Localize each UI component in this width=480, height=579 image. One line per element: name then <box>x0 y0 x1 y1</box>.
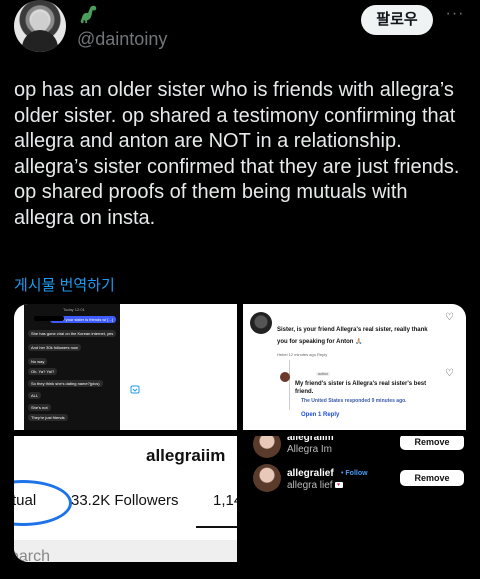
chat-message: No way <box>28 358 48 365</box>
tab-underline <box>196 526 237 528</box>
chat-message: They're just friends <box>28 414 68 421</box>
chat-message: So they think she's dating name?(pics) <box>28 380 103 387</box>
media-image-comments[interactable]: ♡ Sister, is your friend Allegra's real … <box>243 304 466 430</box>
follower-row: allegralief • Follow allegra lief ♥ Remov… <box>243 460 466 500</box>
chat-message: She's not <box>28 404 51 411</box>
profile-stat-following: 1,14 <box>213 492 237 509</box>
user-handle[interactable]: @daintoiny <box>77 29 167 50</box>
open-reply-link: Open 1 Reply <box>301 412 340 418</box>
chat-message: Oh. Ya? Ya!? <box>28 368 58 375</box>
like-heart-icon: ♡ <box>445 312 454 323</box>
chat-message: She has gone viral on the Korean interne… <box>28 330 117 337</box>
chat-screenshot: Today 12:01 -Ask if your sister is frien… <box>24 304 120 430</box>
search-placeholder: earch <box>14 548 51 562</box>
comment-question: Sister, is your friend Allegra's real si… <box>277 327 428 345</box>
follower-avatar <box>253 436 281 458</box>
avatar-body <box>22 30 58 52</box>
commenter-avatar <box>250 312 272 334</box>
app-badge-icon <box>130 385 140 394</box>
follower-username: allegralief <box>287 468 334 479</box>
chat-timestamp: Today 12:01 <box>63 307 85 312</box>
redaction <box>34 316 64 321</box>
media-image-followers[interactable]: allegraiim Allegra Im Remove allegralief… <box>243 436 466 562</box>
media-image-chat[interactable]: Today 12:01 -Ask if your sister is frien… <box>14 304 237 430</box>
follower-avatar <box>253 464 281 492</box>
follower-fullname: Allegra Im <box>287 444 333 455</box>
heart-badge-icon: ♥ <box>334 482 343 489</box>
thread-line <box>289 360 290 410</box>
remove-button: Remove <box>400 470 464 486</box>
follow-button[interactable]: 팔로우 <box>361 5 433 35</box>
translate-post-link[interactable]: 게시물 번역하기 <box>14 274 115 295</box>
media-image-profile[interactable]: allegraiim tual 33.2K Followers 1,14 ear… <box>14 436 237 562</box>
comment-reply: My friend's sister is Allegra's real sis… <box>295 381 427 395</box>
media-grid: Today 12:01 -Ask if your sister is frien… <box>14 304 466 562</box>
dinosaur-emoji-icon <box>80 5 97 24</box>
remove-button: Remove <box>400 436 464 450</box>
comment-meta: Hebei 12 minutes ago Reply <box>277 352 328 357</box>
avatar-face <box>31 12 49 32</box>
highlight-circle <box>14 480 72 526</box>
user-avatar[interactable] <box>14 0 66 52</box>
chat-message: And her 30k followers now <box>28 344 81 351</box>
tweet-header: @daintoiny 팔로우 ··· <box>0 0 480 60</box>
reply-meta: The United States responded 9 minutes ag… <box>301 398 407 404</box>
profile-stat-followers: 33.2K Followers <box>71 492 179 509</box>
profile-username: allegraiim <box>146 446 226 465</box>
follower-username: allegraiim <box>287 436 334 443</box>
more-options-icon[interactable]: ··· <box>443 5 467 29</box>
chat-message: ALL <box>28 392 42 399</box>
follower-fullname: allegra lief ♥ <box>287 480 343 491</box>
follow-link: • Follow <box>341 470 368 477</box>
replier-avatar <box>280 372 290 382</box>
like-heart-icon: ♡ <box>445 368 454 379</box>
tweet-text: op has an older sister who is friends wi… <box>14 79 460 229</box>
author-tag: author <box>316 372 330 376</box>
follower-fullname-text: allegra lief <box>287 480 333 491</box>
